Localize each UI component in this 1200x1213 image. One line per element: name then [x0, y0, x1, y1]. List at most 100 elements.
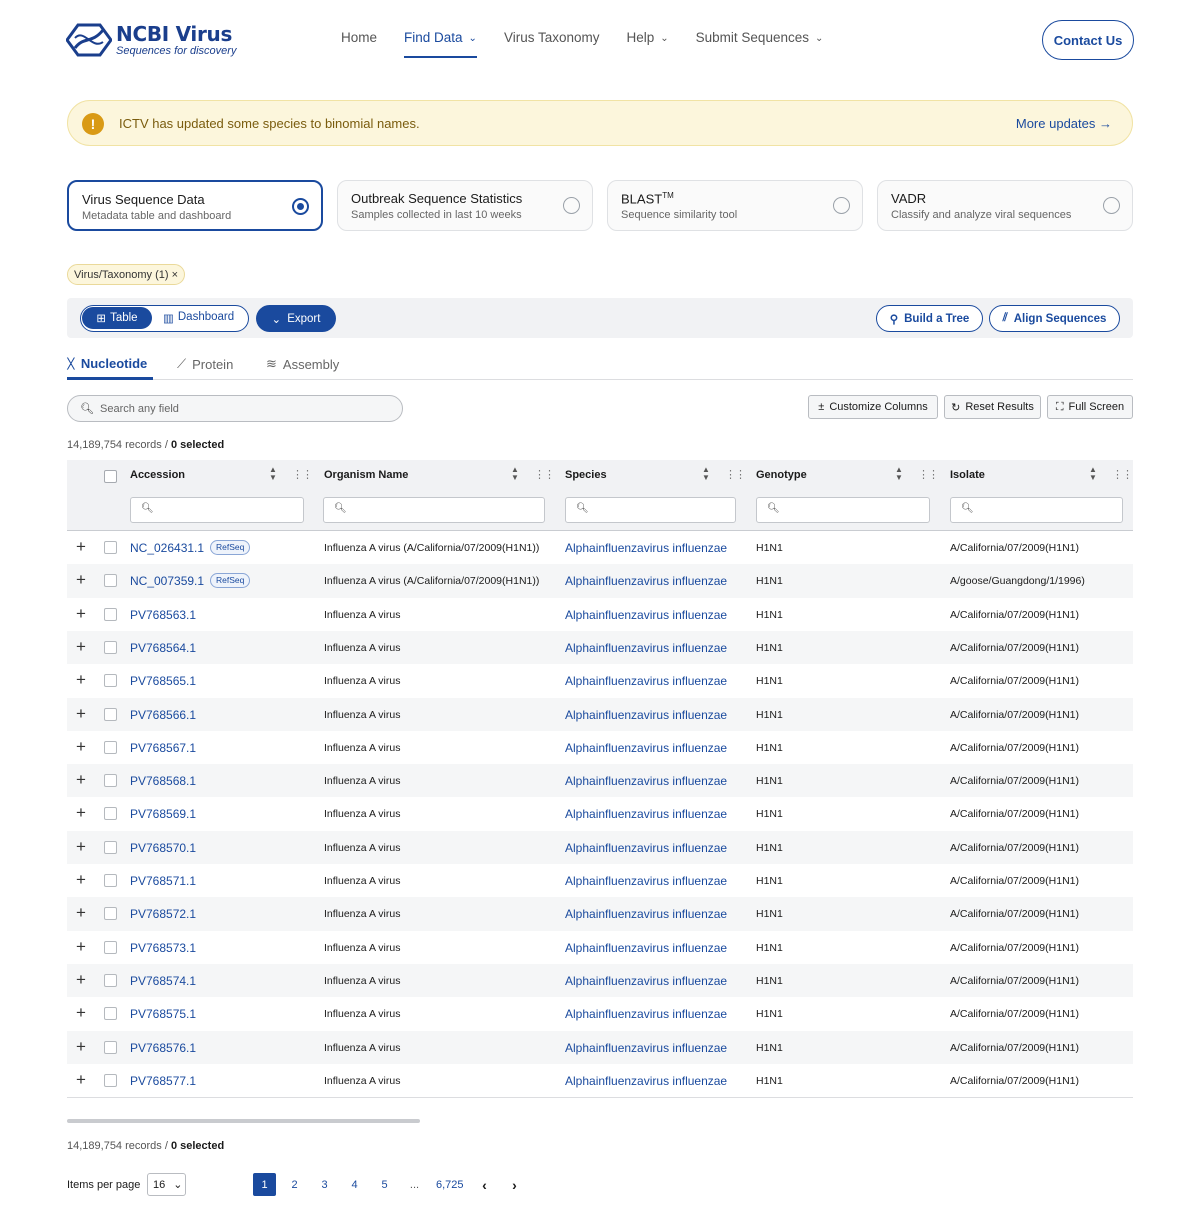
row-checkbox[interactable]: [104, 907, 117, 921]
column-header-isolate[interactable]: Isolate: [950, 469, 985, 481]
radio-unselected[interactable]: [833, 197, 850, 214]
table-view-button[interactable]: ⊞ Table: [82, 307, 152, 329]
species-link[interactable]: Alphainfluenzavirus influenzae: [565, 974, 727, 988]
column-header-organism-name[interactable]: Organism Name: [324, 469, 408, 481]
row-checkbox[interactable]: [104, 640, 117, 654]
nav-virus-taxonomy[interactable]: Virus Taxonomy: [504, 30, 600, 58]
items-per-page-select[interactable]: 16 ⌄: [147, 1173, 186, 1196]
tab-protein[interactable]: ⟋ Protein: [177, 356, 233, 372]
tab-nucleotide[interactable]: ᚷ Nucleotide: [67, 356, 147, 371]
page-2[interactable]: 2: [283, 1173, 306, 1196]
species-link[interactable]: Alphainfluenzavirus influenzae: [565, 1074, 727, 1088]
species-link[interactable]: Alphainfluenzavirus influenzae: [565, 741, 727, 755]
species-link[interactable]: Alphainfluenzavirus influenzae: [565, 841, 727, 855]
nav-home[interactable]: Home: [341, 30, 377, 58]
row-checkbox[interactable]: [104, 940, 117, 954]
filter-input-organism[interactable]: 🔍︎: [323, 497, 545, 523]
accession-link[interactable]: NC_026431.1: [130, 541, 204, 555]
drag-handle-icon[interactable]: ⋮⋮: [1112, 468, 1133, 481]
sort-icon[interactable]: ▲ ▼: [702, 466, 710, 482]
contact-us-button[interactable]: Contact Us: [1042, 20, 1134, 60]
filter-input-accession[interactable]: 🔍︎: [130, 497, 304, 523]
nav-submit-sequences[interactable]: Submit Sequences ⌄: [696, 30, 824, 58]
filter-chip-taxonomy[interactable]: Virus/Taxonomy (1) ×: [67, 264, 186, 285]
expand-row-icon[interactable]: +: [76, 904, 86, 921]
card-vadr[interactable]: VADR Classify and analyze viral sequence…: [877, 180, 1133, 231]
accession-link[interactable]: PV768567.1: [130, 741, 196, 755]
row-checkbox[interactable]: [104, 840, 117, 854]
accession-link[interactable]: PV768575.1: [130, 1007, 196, 1021]
row-checkbox[interactable]: [104, 541, 117, 554]
horizontal-scrollbar[interactable]: [67, 1119, 420, 1123]
species-link[interactable]: Alphainfluenzavirus influenzae: [565, 1007, 727, 1021]
prev-page-icon[interactable]: ‹: [473, 1173, 496, 1196]
search-input[interactable]: 🔍︎ Search any field: [67, 395, 403, 422]
nav-find-data[interactable]: Find Data ⌄: [404, 30, 477, 58]
accession-link[interactable]: PV768564.1: [130, 641, 196, 655]
species-link[interactable]: Alphainfluenzavirus influenzae: [565, 907, 727, 921]
species-link[interactable]: Alphainfluenzavirus influenzae: [565, 1041, 727, 1055]
page-last[interactable]: 6,725: [436, 1173, 464, 1196]
drag-handle-icon[interactable]: ⋮⋮: [918, 468, 939, 481]
more-updates-link[interactable]: More updates →: [1016, 116, 1112, 131]
drag-handle-icon[interactable]: ⋮⋮: [725, 468, 746, 481]
accession-link[interactable]: PV768571.1: [130, 874, 196, 888]
accession-link[interactable]: PV768563.1: [130, 608, 196, 622]
card-blast[interactable]: BLASTTM Sequence similarity tool: [607, 180, 863, 231]
accession-link[interactable]: NC_007359.1: [130, 574, 204, 588]
expand-row-icon[interactable]: +: [76, 871, 86, 888]
expand-row-icon[interactable]: +: [76, 838, 86, 855]
accession-link[interactable]: PV768569.1: [130, 807, 196, 821]
accession-link[interactable]: PV768566.1: [130, 708, 196, 722]
page-4[interactable]: 4: [343, 1173, 366, 1196]
filter-input-genotype[interactable]: 🔍︎: [756, 497, 930, 523]
select-all-checkbox[interactable]: [104, 470, 117, 483]
accession-link[interactable]: PV768572.1: [130, 907, 196, 921]
dashboard-view-button[interactable]: ▥ Dashboard: [163, 311, 234, 325]
column-header-genotype[interactable]: Genotype: [756, 469, 807, 481]
species-link[interactable]: Alphainfluenzavirus influenzae: [565, 774, 727, 788]
expand-row-icon[interactable]: +: [76, 1004, 86, 1021]
expand-row-icon[interactable]: +: [76, 971, 86, 988]
next-page-icon[interactable]: ›: [503, 1173, 526, 1196]
accession-link[interactable]: PV768568.1: [130, 774, 196, 788]
filter-input-isolate[interactable]: 🔍︎: [950, 497, 1123, 523]
row-checkbox[interactable]: [104, 607, 117, 621]
expand-row-icon[interactable]: +: [76, 538, 86, 555]
expand-row-icon[interactable]: +: [76, 605, 86, 622]
expand-row-icon[interactable]: +: [76, 771, 86, 788]
page-1[interactable]: 1: [253, 1173, 276, 1196]
row-checkbox[interactable]: [104, 874, 117, 887]
row-checkbox[interactable]: [104, 1073, 117, 1087]
close-icon[interactable]: ×: [172, 269, 178, 281]
sort-icon[interactable]: ▲ ▼: [895, 466, 903, 482]
row-checkbox[interactable]: [104, 973, 117, 987]
row-checkbox[interactable]: [104, 740, 117, 754]
full-screen-button[interactable]: ⛶ Full Screen: [1047, 395, 1133, 419]
accession-link[interactable]: PV768574.1: [130, 974, 196, 988]
species-link[interactable]: Alphainfluenzavirus influenzae: [565, 874, 727, 888]
radio-unselected[interactable]: [1103, 197, 1120, 214]
customize-columns-button[interactable]: ± Customize Columns: [808, 395, 938, 419]
sort-icon[interactable]: ▲ ▼: [511, 466, 519, 482]
expand-row-icon[interactable]: +: [76, 804, 86, 821]
expand-row-icon[interactable]: +: [76, 705, 86, 722]
expand-row-icon[interactable]: +: [76, 571, 86, 588]
row-checkbox[interactable]: [104, 774, 117, 788]
export-button[interactable]: ⌄ Export: [256, 305, 336, 332]
species-link[interactable]: Alphainfluenzavirus influenzae: [565, 574, 727, 588]
accession-link[interactable]: PV768576.1: [130, 1041, 196, 1055]
row-checkbox[interactable]: [104, 707, 117, 721]
page-5[interactable]: 5: [373, 1173, 396, 1196]
sort-icon[interactable]: ▲ ▼: [1089, 466, 1097, 482]
expand-row-icon[interactable]: +: [76, 938, 86, 955]
expand-row-icon[interactable]: +: [76, 1038, 86, 1055]
align-sequences-button[interactable]: ⫽ Align Sequences: [989, 305, 1120, 332]
card-outbreak-statistics[interactable]: Outbreak Sequence Statistics Samples col…: [337, 180, 593, 231]
row-checkbox[interactable]: [104, 807, 117, 821]
accession-link[interactable]: PV768570.1: [130, 841, 196, 855]
species-link[interactable]: Alphainfluenzavirus influenzae: [565, 674, 727, 688]
filter-input-species[interactable]: 🔍︎: [565, 497, 736, 523]
row-checkbox[interactable]: [104, 1007, 117, 1021]
species-link[interactable]: Alphainfluenzavirus influenzae: [565, 807, 727, 821]
